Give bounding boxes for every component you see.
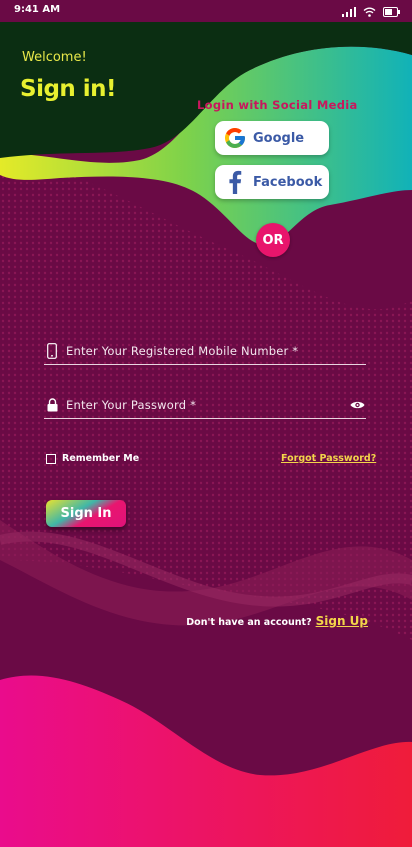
google-login-button[interactable]: Google [215, 121, 329, 155]
facebook-label: Facebook [253, 174, 323, 190]
welcome-text: Welcome! [22, 50, 87, 65]
background-artwork [0, 0, 412, 847]
or-divider-badge: OR [256, 223, 290, 257]
lock-icon [44, 396, 60, 414]
forgot-password-link[interactable]: Forgot Password? [281, 453, 376, 464]
status-time: 9:41 AM [14, 4, 61, 15]
battery-icon [383, 2, 400, 21]
facebook-icon [221, 168, 249, 196]
mobile-number-input[interactable] [66, 344, 366, 358]
show-password-eye-icon[interactable] [348, 396, 366, 414]
mobile-phone-icon [44, 342, 60, 360]
mobile-number-field[interactable] [44, 338, 366, 365]
password-field[interactable] [44, 392, 366, 419]
remember-me-row[interactable]: Remember Me [46, 453, 139, 464]
social-login-title: Login with Social Media [197, 98, 358, 112]
google-icon [221, 124, 249, 152]
signup-prompt: Don't have an account? [186, 617, 312, 628]
status-icons [342, 4, 400, 18]
remember-me-label: Remember Me [62, 453, 140, 464]
google-label: Google [253, 130, 305, 146]
facebook-login-button[interactable]: Facebook [215, 165, 329, 199]
wifi-icon [363, 2, 376, 21]
sign-in-button[interactable]: Sign In [46, 500, 126, 527]
sign-up-link[interactable]: Sign Up [316, 614, 368, 628]
remember-me-checkbox[interactable] [46, 453, 56, 464]
status-bar: 9:41 AM [0, 0, 412, 22]
signup-row: Don't have an account? Sign Up [186, 614, 368, 628]
password-input[interactable] [66, 398, 348, 412]
signal-icon [342, 2, 356, 21]
page-title: Sign in! [20, 76, 117, 102]
